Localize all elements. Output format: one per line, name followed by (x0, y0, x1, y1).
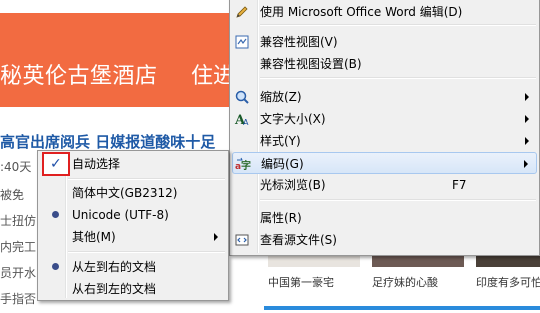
menu-item-style[interactable]: 样式(Y) (232, 130, 537, 152)
menu-item-label: 使用 Microsoft Office Word 编辑(D) (260, 5, 463, 19)
menu-item-zoom[interactable]: 缩放(Z) (232, 86, 537, 108)
menu-item-ltr[interactable]: 从左到右的文档 (40, 256, 226, 278)
news-fragment[interactable]: 内完工 (0, 238, 36, 255)
menu-item-label: 简体中文(GB2312) (72, 186, 178, 200)
menu-item-label: 样式(Y) (260, 134, 301, 148)
menu-item-other[interactable]: 其他(M) (40, 226, 226, 248)
encoding-icon: a字 (235, 156, 251, 172)
svg-text:字: 字 (241, 159, 251, 172)
view-source-icon (234, 232, 250, 248)
menu-item-label: 属性(R) (260, 211, 302, 225)
menu-item-view-source[interactable]: 查看源文件(S) (232, 229, 537, 251)
thumbnail-caption[interactable]: 印度有多可怕 (476, 274, 540, 290)
section-divider (264, 306, 540, 310)
menu-item-compat-view[interactable]: 兼容性视图(V) (232, 31, 537, 53)
pencil-icon (234, 4, 250, 20)
menu-item-encoding[interactable]: a字 编码(G) (232, 152, 537, 174)
text-size-icon: AA (234, 111, 250, 128)
menu-item-label: 兼容性视图设置(B) (260, 57, 362, 71)
menu-item-label: 自动选择 (72, 157, 121, 171)
menu-item-auto-select[interactable]: ✓ 自动选择 (40, 152, 226, 176)
news-fragment[interactable]: 被免 (0, 186, 24, 203)
compat-view-icon (234, 34, 250, 50)
menu-item-label: Unicode (UTF-8) (72, 208, 169, 222)
menu-item-utf8[interactable]: Unicode (UTF-8) (40, 204, 226, 226)
submenu-arrow-icon (525, 93, 529, 101)
menu-item-caret-browsing[interactable]: 光标浏览(B) F7 (232, 174, 537, 196)
menu-separator (68, 251, 225, 253)
menu-item-label: 光标浏览(B) (260, 178, 326, 192)
menu-separator (260, 199, 536, 201)
menu-item-properties[interactable]: 属性(R) (232, 207, 537, 229)
thumbnail-caption[interactable]: 足疗妹的心酸 (372, 274, 438, 290)
menu-separator (68, 178, 225, 180)
banner-title: 秘英伦古堡酒店 (0, 64, 158, 89)
menu-item-label: 文字大小(X) (260, 112, 326, 126)
thumbnail-caption[interactable]: 中国第一豪宅 (268, 274, 334, 290)
menu-item-rtl[interactable]: 从右到左的文档 (40, 278, 226, 300)
highlight-box: ✓ (42, 152, 70, 176)
news-fragment[interactable]: 员开水 (0, 264, 36, 281)
submenu-arrow-icon (524, 160, 528, 168)
menu-item-compat-view-settings[interactable]: 兼容性视图设置(B) (232, 53, 537, 75)
zoom-icon (234, 89, 250, 105)
radio-dot-icon (52, 263, 59, 270)
news-fragment[interactable]: 士扭仿 (0, 212, 36, 229)
menu-item-label: 从右到左的文档 (72, 282, 157, 296)
menu-separator (260, 77, 536, 79)
submenu-arrow-icon (525, 137, 529, 145)
encoding-submenu: ✓ 自动选择 简体中文(GB2312) Unicode (UTF-8) 其他(M… (37, 150, 229, 301)
news-fragment[interactable]: 手指否 (0, 290, 36, 307)
radio-dot-icon (52, 211, 59, 218)
menu-separator (260, 24, 536, 26)
menu-item-label: 兼容性视图(V) (260, 35, 338, 49)
submenu-arrow-icon (214, 233, 218, 241)
news-fragment: :40天 (0, 160, 32, 174)
menu-item-text-size[interactable]: AA 文字大小(X) (232, 108, 537, 130)
news-headline[interactable]: 高官出席阅兵 日媒报道酸味十足 (0, 131, 215, 152)
menu-shortcut: F7 (452, 178, 467, 192)
checkmark-icon: ✓ (50, 156, 62, 172)
menu-item-label: 缩放(Z) (260, 90, 302, 104)
svg-text:A: A (243, 118, 249, 127)
context-menu: 使用 Microsoft Office Word 编辑(D) 兼容性视图(V) … (229, 0, 540, 256)
menu-item-edit-with-word[interactable]: 使用 Microsoft Office Word 编辑(D) (232, 1, 537, 23)
menu-item-label: 其他(M) (72, 230, 116, 244)
submenu-arrow-icon (525, 115, 529, 123)
menu-item-label: 编码(G) (261, 157, 304, 171)
hotel-banner[interactable]: 秘英伦古堡酒店 住进 (0, 13, 235, 107)
menu-item-label: 从左到右的文档 (72, 260, 157, 274)
menu-item-label: 查看源文件(S) (260, 233, 337, 247)
menu-item-gb2312[interactable]: 简体中文(GB2312) (40, 182, 226, 204)
